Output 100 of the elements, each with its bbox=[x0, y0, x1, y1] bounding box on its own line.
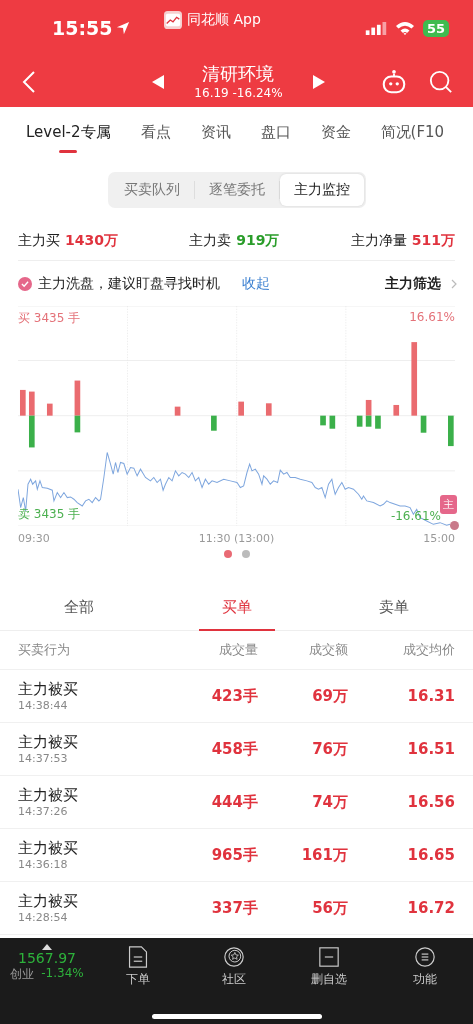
column-header: 成交量 bbox=[218, 641, 258, 659]
buy-bar bbox=[20, 389, 26, 416]
battery-level: 55 bbox=[422, 19, 449, 37]
index-name: 创业 bbox=[10, 966, 35, 983]
wifi-icon bbox=[394, 21, 415, 35]
time-axis-label: 11:30 (13:00) bbox=[198, 531, 275, 545]
min-percent-label: -16.61% bbox=[390, 509, 441, 523]
sell-bar bbox=[448, 415, 454, 447]
toolbar-button[interactable]: 功能 bbox=[377, 944, 473, 988]
buy-bar bbox=[238, 401, 244, 416]
stock-quote: 16.19 -16.24% bbox=[194, 84, 283, 101]
toolbar-button[interactable]: 删自选 bbox=[281, 944, 378, 988]
price-cell-text: 16.56 bbox=[406, 793, 455, 811]
volume-cell-text: 337手 bbox=[210, 898, 258, 918]
summary-value: 511万 bbox=[411, 232, 455, 250]
sell-bar bbox=[320, 415, 326, 426]
back-to-app-label[interactable]: 同花顺 App bbox=[187, 11, 261, 29]
amount-cell-text: 69万 bbox=[311, 686, 348, 706]
next-stock-icon[interactable] bbox=[312, 74, 325, 89]
toolbar-button[interactable]: 下单 bbox=[90, 944, 186, 988]
list-tab[interactable]: 卖单 bbox=[315, 585, 473, 630]
column-header: 成交额 bbox=[308, 641, 348, 659]
buy-bar bbox=[393, 404, 400, 416]
menu-icon bbox=[415, 946, 436, 968]
list-tab[interactable]: 买单 bbox=[157, 585, 316, 630]
search-icon[interactable] bbox=[429, 69, 453, 94]
document-icon bbox=[127, 946, 148, 968]
max-percent-label: 16.61% bbox=[409, 310, 455, 324]
minus-square-icon bbox=[319, 946, 340, 968]
buy-bar bbox=[174, 406, 181, 416]
signal-icon bbox=[364, 21, 387, 35]
buy-bar bbox=[365, 399, 372, 416]
trade-action: 主力被买 bbox=[18, 680, 79, 699]
summary-label: 主力买 bbox=[18, 232, 60, 250]
sell-bar bbox=[29, 415, 35, 448]
sell-bar bbox=[356, 415, 363, 427]
clock-time: 15:55 bbox=[52, 17, 113, 39]
sell-bar bbox=[329, 415, 336, 429]
volume-cell-text: 458手 bbox=[210, 739, 258, 759]
list-tab[interactable]: 全部 bbox=[0, 585, 158, 630]
trade-time: 14:38:44 bbox=[18, 699, 69, 712]
trade-time: 14:37:26 bbox=[18, 805, 69, 818]
tab[interactable]: Level-2专属 bbox=[26, 107, 111, 157]
sell-bar bbox=[211, 415, 217, 431]
price-cell-text: 16.65 bbox=[406, 846, 455, 864]
toolbar-button[interactable]: 社区 bbox=[185, 944, 282, 988]
sell-bar bbox=[375, 415, 381, 429]
buy-bar bbox=[265, 403, 272, 416]
tab[interactable]: 看点 bbox=[140, 107, 171, 157]
stock-name: 清研环境 bbox=[202, 62, 275, 85]
trade-time: 14:28:54 bbox=[18, 911, 69, 924]
end-dot-icon bbox=[450, 521, 459, 530]
time-axis-label: 15:00 bbox=[423, 531, 455, 545]
column-header: 买卖行为 bbox=[18, 641, 71, 659]
sell-max-label: 卖 3435 手 bbox=[18, 506, 81, 523]
buy-max-label: 买 3435 手 bbox=[18, 310, 81, 327]
trade-action: 主力被买 bbox=[18, 786, 79, 805]
tab[interactable]: 盘口 bbox=[260, 107, 291, 157]
tab[interactable]: 资讯 bbox=[200, 107, 231, 157]
chevron-right-icon bbox=[451, 278, 457, 289]
filter-link[interactable]: 主力筛选 bbox=[385, 274, 441, 293]
price-cell-text: 16.51 bbox=[406, 740, 455, 758]
summary-value: 919万 bbox=[236, 232, 280, 250]
price-cell-text: 16.31 bbox=[406, 687, 455, 705]
sell-bar bbox=[420, 415, 427, 433]
segment-button[interactable]: 逐笔委托 bbox=[194, 173, 279, 206]
back-icon[interactable] bbox=[22, 69, 36, 94]
page-dot[interactable] bbox=[223, 550, 232, 558]
volume-cell-text: 423手 bbox=[210, 686, 258, 706]
segment-button[interactable]: 主力监控 bbox=[279, 173, 364, 206]
tab[interactable]: 简况(F10 bbox=[380, 107, 445, 157]
trade-time: 14:36:18 bbox=[18, 858, 69, 871]
robot-icon[interactable] bbox=[381, 68, 407, 95]
trade-action: 主力被买 bbox=[18, 839, 79, 858]
amount-cell-text: 76万 bbox=[311, 739, 348, 759]
column-header: 成交均价 bbox=[402, 641, 455, 659]
collapse-link[interactable]: 收起 bbox=[242, 274, 270, 293]
segment-button[interactable]: 买卖队列 bbox=[109, 173, 194, 206]
check-icon bbox=[18, 276, 32, 291]
tab[interactable]: 资金 bbox=[320, 107, 351, 157]
amount-cell-text: 74万 bbox=[311, 792, 348, 812]
trade-action: 主力被买 bbox=[18, 892, 79, 911]
trade-action: 主力被买 bbox=[18, 733, 79, 752]
sell-bar bbox=[365, 415, 372, 427]
amount-cell-text: 56万 bbox=[311, 898, 348, 918]
price-cell-text: 16.72 bbox=[406, 899, 455, 917]
trade-time: 14:37:53 bbox=[18, 752, 69, 765]
volume-cell-text: 444手 bbox=[210, 792, 258, 812]
amount-cell-text: 161万 bbox=[300, 845, 348, 865]
buy-bar bbox=[74, 380, 81, 416]
buy-bar bbox=[46, 403, 53, 416]
index-value: 1567.97 bbox=[18, 950, 76, 966]
app-icon bbox=[164, 11, 182, 29]
star-bubble-icon bbox=[223, 946, 244, 968]
previous-stock-icon[interactable] bbox=[152, 74, 165, 89]
location-arrow-icon bbox=[116, 21, 131, 35]
sell-bar bbox=[74, 415, 81, 433]
page-dot[interactable] bbox=[241, 550, 250, 558]
summary-label: 主力净量 bbox=[350, 232, 407, 250]
up-arrow-icon bbox=[42, 944, 52, 950]
